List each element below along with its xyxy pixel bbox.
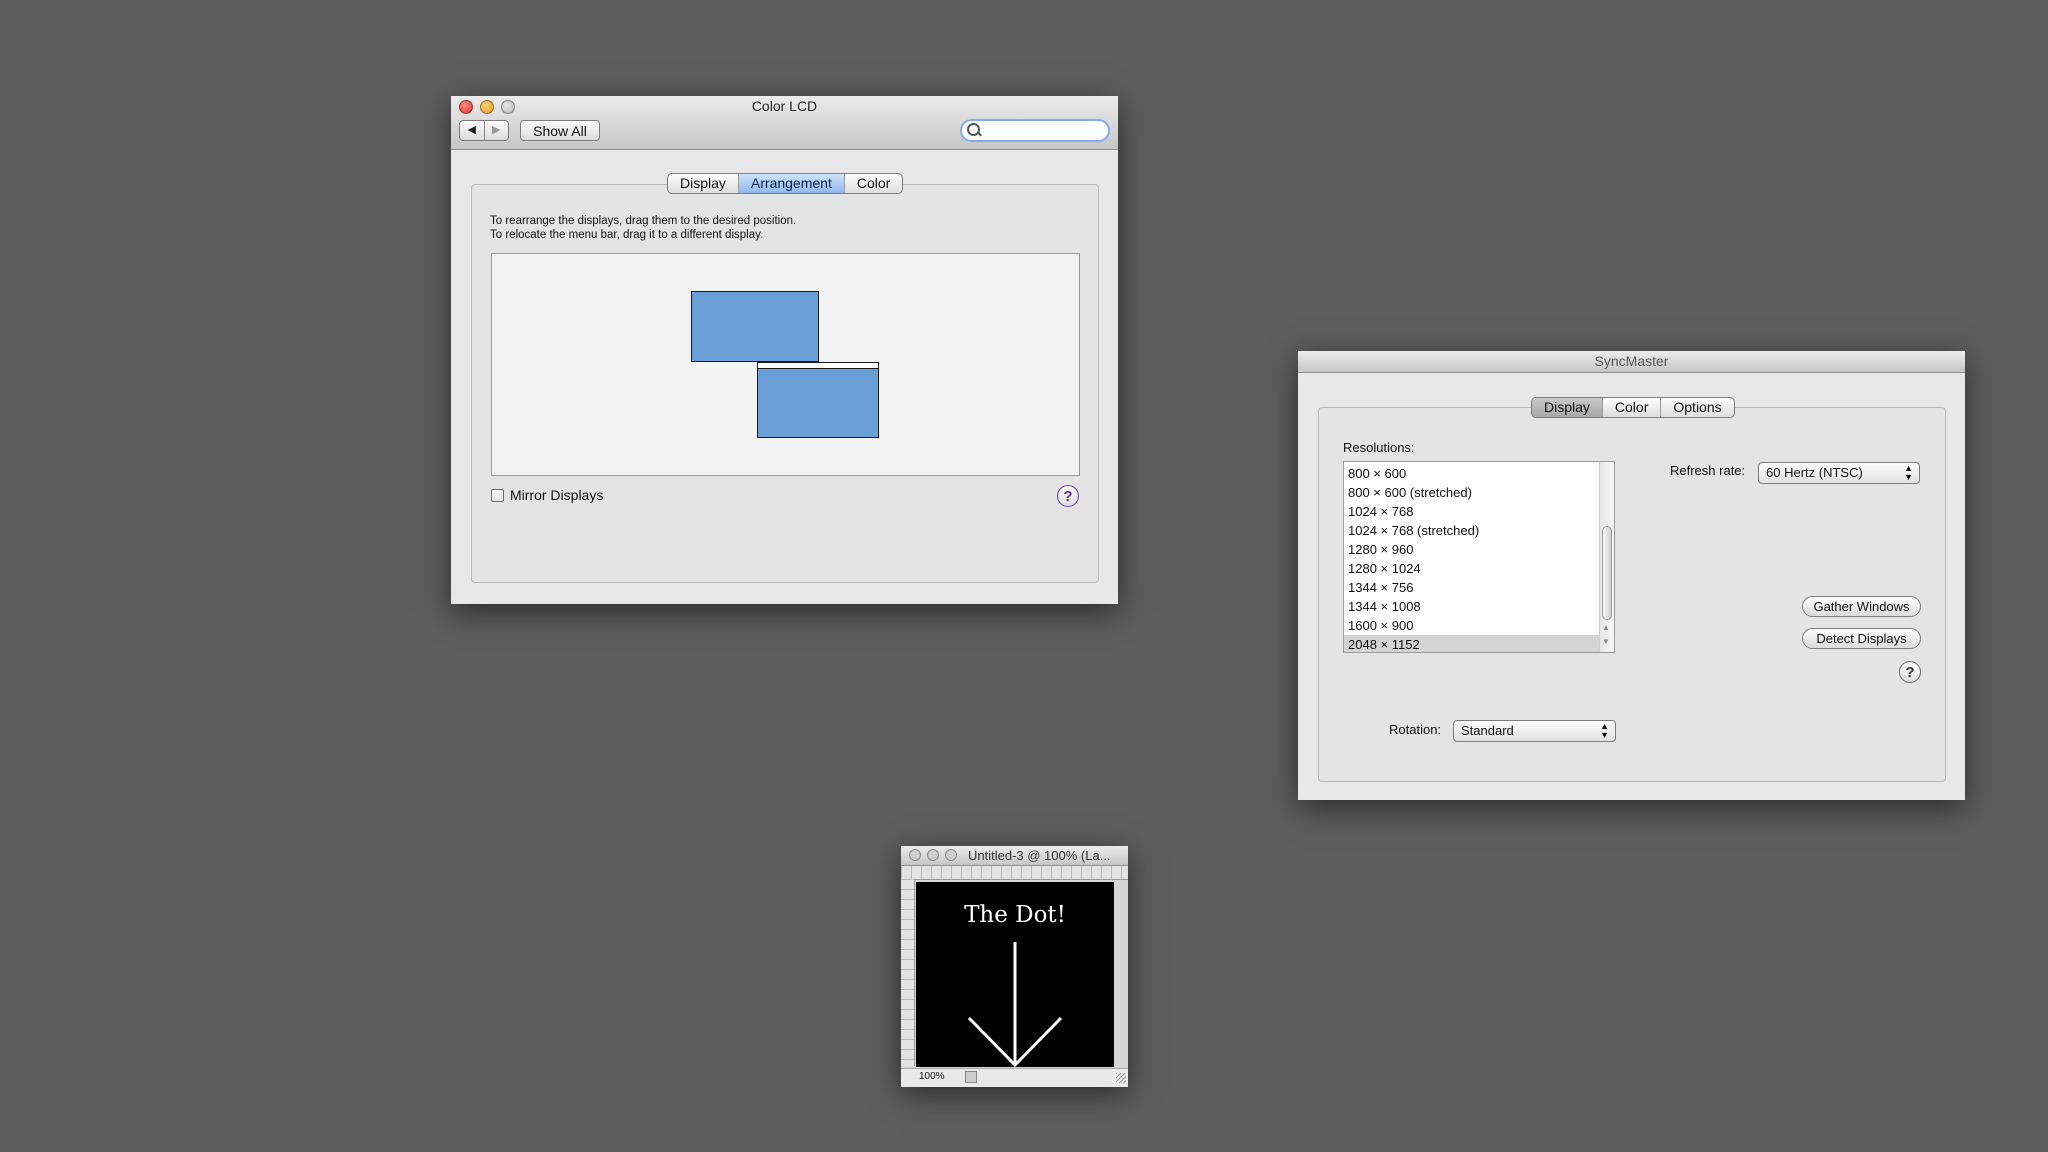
instruction-text-2: To relocate the menu bar, drag it to a d…	[490, 229, 764, 241]
syncmaster-window: SyncMaster Display Color Options Resolut…	[1298, 351, 1965, 800]
back-arrow-icon[interactable]: ◀	[460, 121, 485, 140]
resolution-item[interactable]: 1024 × 768 (stretched)	[1344, 521, 1599, 540]
syncmaster-tabs: Display Color Options	[1531, 397, 1735, 418]
display-1[interactable]	[691, 291, 819, 362]
doc-titlebar: Untitled-3 @ 100% (La...	[901, 846, 1128, 866]
resolutions-rows: 800 × 600 800 × 600 (stretched) 1024 × 768…	[1344, 464, 1599, 652]
rotation-label: Rotation:	[1389, 722, 1442, 737]
mirror-displays-label: Mirror Displays	[510, 487, 604, 503]
photoshop-doc-window: Untitled-3 @ 100% (La... The Dot! 100%	[901, 846, 1128, 1087]
arrangement-area	[491, 253, 1080, 476]
down-arrow-icon	[967, 942, 1063, 1067]
zoom-button[interactable]	[945, 849, 957, 861]
help-button[interactable]: ?	[1899, 661, 1921, 683]
window-controls	[909, 849, 957, 861]
popup-arrows-icon: ▲ ▼	[1904, 463, 1913, 482]
refresh-rate-select[interactable]: 60 Hertz (NTSC) ▲ ▼	[1758, 462, 1920, 484]
tab-display[interactable]: Display	[668, 174, 739, 193]
zoom-level[interactable]: 100%	[919, 1071, 945, 1082]
gather-windows-button[interactable]: Gather Windows	[1802, 596, 1921, 617]
display-2[interactable]	[757, 362, 879, 438]
doc-title: Untitled-3 @ 100% (La...	[968, 848, 1111, 863]
scrollbar[interactable]: ▲ ▼	[1599, 462, 1614, 652]
resolution-item[interactable]: 1344 × 756	[1344, 578, 1599, 597]
resolution-item[interactable]: 1600 × 900	[1344, 616, 1599, 635]
resolution-item[interactable]: 1280 × 1024	[1344, 559, 1599, 578]
show-all-button[interactable]: Show All	[520, 120, 600, 141]
window-title: Color LCD	[751, 98, 818, 114]
resolution-item[interactable]: 2048 × 1152	[1344, 635, 1599, 652]
search-icon-handle	[977, 131, 982, 137]
syncmaster-titlebar: SyncMaster	[1298, 351, 1965, 373]
resolution-item[interactable]: 800 × 600	[1344, 464, 1599, 483]
search-input[interactable]	[984, 122, 1106, 140]
search-field[interactable]	[960, 119, 1110, 142]
scroll-up-arrow-icon[interactable]: ▲	[1602, 623, 1610, 632]
resolution-item[interactable]: 1344 × 1008	[1344, 597, 1599, 616]
tab-arrangement[interactable]: Arrangement	[738, 174, 845, 193]
resolution-item[interactable]: 800 × 600 (stretched)	[1344, 483, 1599, 502]
menu-bar-indicator[interactable]	[758, 363, 878, 369]
doc-status-bar: 100%	[901, 1068, 1128, 1087]
resize-grip-icon[interactable]	[1116, 1073, 1126, 1083]
resolution-item[interactable]: 1280 × 960	[1344, 540, 1599, 559]
tab-options[interactable]: Options	[1661, 398, 1733, 417]
window-title: SyncMaster	[1594, 353, 1669, 369]
resolutions-list[interactable]: 800 × 600 800 × 600 (stretched) 1024 × 768…	[1343, 461, 1615, 653]
tab-color[interactable]: Color	[845, 174, 902, 193]
status-menu-icon[interactable]	[965, 1071, 977, 1083]
detect-displays-button[interactable]: Detect Displays	[1802, 628, 1921, 649]
minimize-button[interactable]	[927, 849, 939, 861]
rotation-select[interactable]: Standard ▲ ▼	[1453, 720, 1616, 742]
color-lcd-tabs: Display Arrangement Color	[667, 173, 904, 194]
tab-color[interactable]: Color	[1603, 398, 1662, 417]
scroll-down-arrow-icon[interactable]: ▼	[1602, 637, 1610, 646]
nav-segment: ◀ ▶	[459, 120, 509, 141]
close-button[interactable]	[909, 849, 921, 861]
instruction-text-1: To rearrange the displays, drag them to …	[490, 215, 797, 227]
color-lcd-titlebar: Color LCD ◀ ▶ Show All	[451, 96, 1118, 150]
color-lcd-window: Color LCD ◀ ▶ Show All Display Arrangeme…	[451, 96, 1118, 604]
help-button[interactable]: ?	[1057, 485, 1079, 507]
rotation-value: Standard	[1461, 723, 1514, 738]
scrollbar-thumb[interactable]	[1602, 526, 1612, 620]
left-ruler	[901, 879, 915, 1066]
mirror-displays-checkbox[interactable]	[491, 489, 504, 502]
resolutions-label: Resolutions:	[1343, 440, 1415, 455]
forward-arrow-icon[interactable]: ▶	[485, 121, 509, 140]
canvas[interactable]: The Dot!	[916, 882, 1114, 1067]
refresh-rate-label: Refresh rate:	[1670, 463, 1746, 478]
tab-display[interactable]: Display	[1532, 398, 1603, 417]
popup-arrows-icon: ▲ ▼	[1600, 721, 1609, 740]
refresh-rate-value: 60 Hertz (NTSC)	[1766, 465, 1863, 480]
resolution-item[interactable]: 1024 × 768	[1344, 502, 1599, 521]
top-ruler	[901, 866, 1128, 880]
